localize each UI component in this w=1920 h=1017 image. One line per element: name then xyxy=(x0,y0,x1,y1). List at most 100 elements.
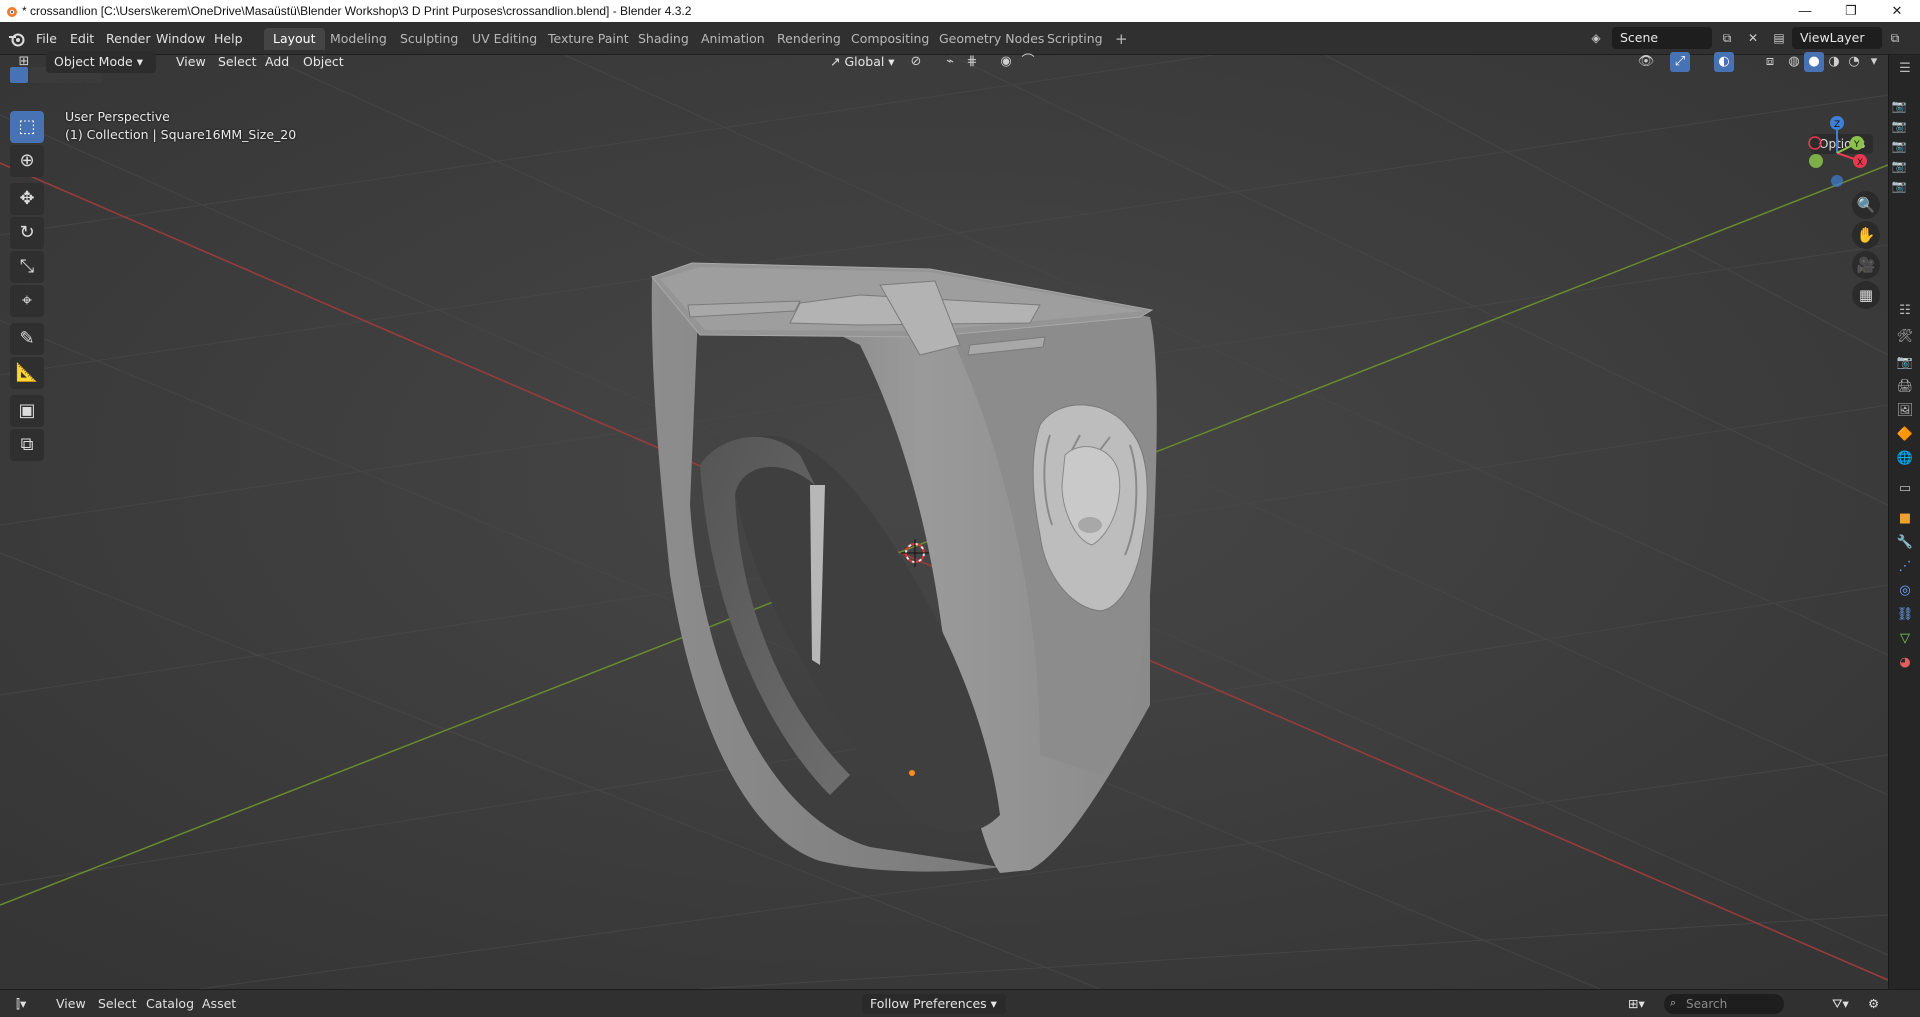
camera-icon[interactable]: 📷 xyxy=(1890,98,1908,114)
falloff-icon[interactable]: ⌒ xyxy=(1018,52,1038,72)
pivot-point-icon[interactable]: ⊘ xyxy=(906,52,926,72)
new-scene-icon[interactable]: ⧉ xyxy=(1714,27,1740,49)
tool-properties-icon[interactable]: 🛠 xyxy=(1895,327,1915,347)
tab-compositing[interactable]: Compositing xyxy=(842,28,938,50)
camera-icon[interactable]: 📷 xyxy=(1890,178,1908,194)
close-button[interactable]: ✕ xyxy=(1874,0,1920,22)
editor-type-icon[interactable]: ⫿▾ xyxy=(10,994,32,1014)
gizmo-toggle-icon[interactable]: ⤢ xyxy=(1670,52,1690,72)
viewport-menu-view[interactable]: View xyxy=(170,51,212,73)
wireframe-shading-icon[interactable]: ◍ xyxy=(1784,52,1804,72)
tab-modeling[interactable]: Modeling xyxy=(321,28,396,50)
menu-render[interactable]: Render xyxy=(100,29,157,49)
3d-viewport[interactable]: User Perspective (1) Collection | Square… xyxy=(0,55,1888,989)
asset-browser-header: ⫿▾ View Select Catalog Asset Follow Pref… xyxy=(0,989,1920,1017)
tab-scripting[interactable]: Scripting xyxy=(1038,28,1112,50)
view-layer-icon[interactable]: ▤ xyxy=(1766,27,1792,49)
tab-uv-editing[interactable]: UV Editing xyxy=(463,28,546,50)
camera-icon[interactable]: 📷 xyxy=(1890,138,1908,154)
overlays-toggle-icon[interactable]: ◐ xyxy=(1714,52,1734,72)
move-tool-icon[interactable]: ✥ xyxy=(10,183,44,215)
zoom-view-icon[interactable]: 🔍 xyxy=(1852,191,1880,219)
tab-texture-paint[interactable]: Texture Paint xyxy=(539,28,638,50)
asset-menu-asset[interactable]: Asset xyxy=(196,994,242,1014)
camera-icon[interactable]: 📷 xyxy=(1890,158,1908,174)
menu-file[interactable]: File xyxy=(30,29,63,49)
tab-rendering[interactable]: Rendering xyxy=(768,28,850,50)
constraints-properties-icon[interactable]: ⛓ xyxy=(1895,605,1915,625)
asset-menu-catalog[interactable]: Catalog xyxy=(140,994,200,1014)
editor-type-icon[interactable]: ⊞ xyxy=(14,52,34,72)
mode-dropdown[interactable]: Object Mode ▾ xyxy=(46,51,156,73)
menu-help[interactable]: Help xyxy=(208,29,249,49)
tab-animation[interactable]: Animation xyxy=(692,28,774,50)
tab-layout[interactable]: Layout xyxy=(264,28,325,50)
scene-name-field[interactable]: Scene xyxy=(1612,27,1712,49)
material-properties-icon[interactable]: ◕ xyxy=(1895,653,1915,673)
settings-gear-icon[interactable]: ⚙ xyxy=(1862,994,1885,1014)
blender-menu-icon[interactable] xyxy=(8,31,26,47)
transform-tool-icon[interactable]: ⌖ xyxy=(10,285,44,317)
physics-properties-icon[interactable]: ◎ xyxy=(1895,581,1915,601)
asset-search-input[interactable]: Search xyxy=(1664,994,1784,1014)
solid-shading-icon[interactable]: ● xyxy=(1804,52,1824,72)
measure-tool-icon[interactable]: 📐 xyxy=(10,357,44,389)
camera-view-icon[interactable]: 🎥 xyxy=(1852,251,1880,279)
scene-properties-icon[interactable]: 🔶 xyxy=(1895,425,1915,445)
shading-options-icon[interactable]: ▾ xyxy=(1864,52,1884,72)
delete-scene-icon[interactable]: ✕ xyxy=(1740,27,1766,49)
scale-tool-icon[interactable]: ⤡ xyxy=(10,251,44,283)
tab-geometry-nodes[interactable]: Geometry Nodes xyxy=(930,28,1053,50)
rendered-shading-icon[interactable]: ◔ xyxy=(1844,52,1864,72)
display-mode-icon[interactable]: ⊞▾ xyxy=(1622,994,1651,1014)
tab-sculpting[interactable]: Sculpting xyxy=(391,28,467,50)
proportional-editing-icon[interactable]: ◉ xyxy=(996,52,1016,72)
new-view-layer-icon[interactable]: ⧉ xyxy=(1882,27,1908,49)
object-properties-icon[interactable]: ■ xyxy=(1895,509,1915,529)
scene-icon[interactable]: ◈ xyxy=(1583,27,1609,49)
visibility-icon[interactable]: 👁 xyxy=(1636,52,1656,72)
viewport-menu-select[interactable]: Select xyxy=(212,51,263,73)
add-object-tool-icon[interactable]: ⧉ xyxy=(10,429,44,461)
output-properties-icon[interactable]: 🖨 xyxy=(1895,377,1915,397)
collection-properties-icon[interactable]: ▭ xyxy=(1895,479,1915,499)
render-properties-icon[interactable]: 📷 xyxy=(1895,353,1915,373)
gizmo-x-label: X xyxy=(1857,158,1863,168)
world-properties-icon[interactable]: 🌐 xyxy=(1895,449,1915,469)
blender-logo-icon xyxy=(7,7,17,17)
navigation-gizmo[interactable]: Z X Y xyxy=(1800,113,1870,193)
annotate-tool-icon[interactable]: ✎ xyxy=(10,323,44,355)
viewport-menu-object[interactable]: Object xyxy=(297,51,350,73)
asset-menu-view[interactable]: View xyxy=(50,994,92,1014)
properties-toggle-icon[interactable]: ☷ xyxy=(1895,301,1915,321)
viewport-scene xyxy=(0,55,1888,989)
outliner-toggle-icon[interactable]: ☰ xyxy=(1895,59,1915,79)
rotate-tool-icon[interactable]: ↻ xyxy=(10,217,44,249)
modifier-properties-icon[interactable]: 🔧 xyxy=(1895,533,1915,553)
view-layer-properties-icon[interactable]: 🖼 xyxy=(1895,401,1915,421)
menu-window[interactable]: Window xyxy=(150,29,211,49)
add-cube-tool-icon[interactable]: ▣ xyxy=(10,395,44,427)
viewport-menu-add[interactable]: Add xyxy=(259,51,295,73)
select-box-tool-icon[interactable]: ⬚ xyxy=(10,111,44,143)
perspective-toggle-icon[interactable]: ▦ xyxy=(1852,281,1880,309)
import-method-dropdown[interactable]: Follow Preferences ▾ xyxy=(862,994,1006,1014)
asset-menu-select[interactable]: Select xyxy=(92,994,143,1014)
particles-properties-icon[interactable]: ⋰ xyxy=(1895,557,1915,577)
filter-icon[interactable]: ⛛▾ xyxy=(1826,994,1855,1014)
snap-toggle-icon[interactable]: ⌁ xyxy=(940,52,960,72)
menu-edit[interactable]: Edit xyxy=(64,29,100,49)
pan-view-icon[interactable]: ✋ xyxy=(1852,221,1880,249)
xray-toggle-icon[interactable]: ⧈ xyxy=(1760,52,1780,72)
tab-shading[interactable]: Shading xyxy=(629,28,698,50)
restore-button[interactable]: ❐ xyxy=(1828,0,1874,22)
camera-icon[interactable]: 📷 xyxy=(1890,118,1908,134)
cursor-tool-icon[interactable]: ⊕ xyxy=(10,145,44,177)
snap-target-icon[interactable]: ⋕ xyxy=(962,52,982,72)
material-shading-icon[interactable]: ◑ xyxy=(1824,52,1844,72)
transform-orientation-dropdown[interactable]: ↗ Global ▾ xyxy=(822,51,896,73)
add-workspace-button[interactable]: + xyxy=(1106,28,1137,50)
view-layer-name-field[interactable]: ViewLayer xyxy=(1792,27,1882,49)
minimize-button[interactable]: — xyxy=(1782,0,1828,22)
data-properties-icon[interactable]: ▽ xyxy=(1895,629,1915,649)
